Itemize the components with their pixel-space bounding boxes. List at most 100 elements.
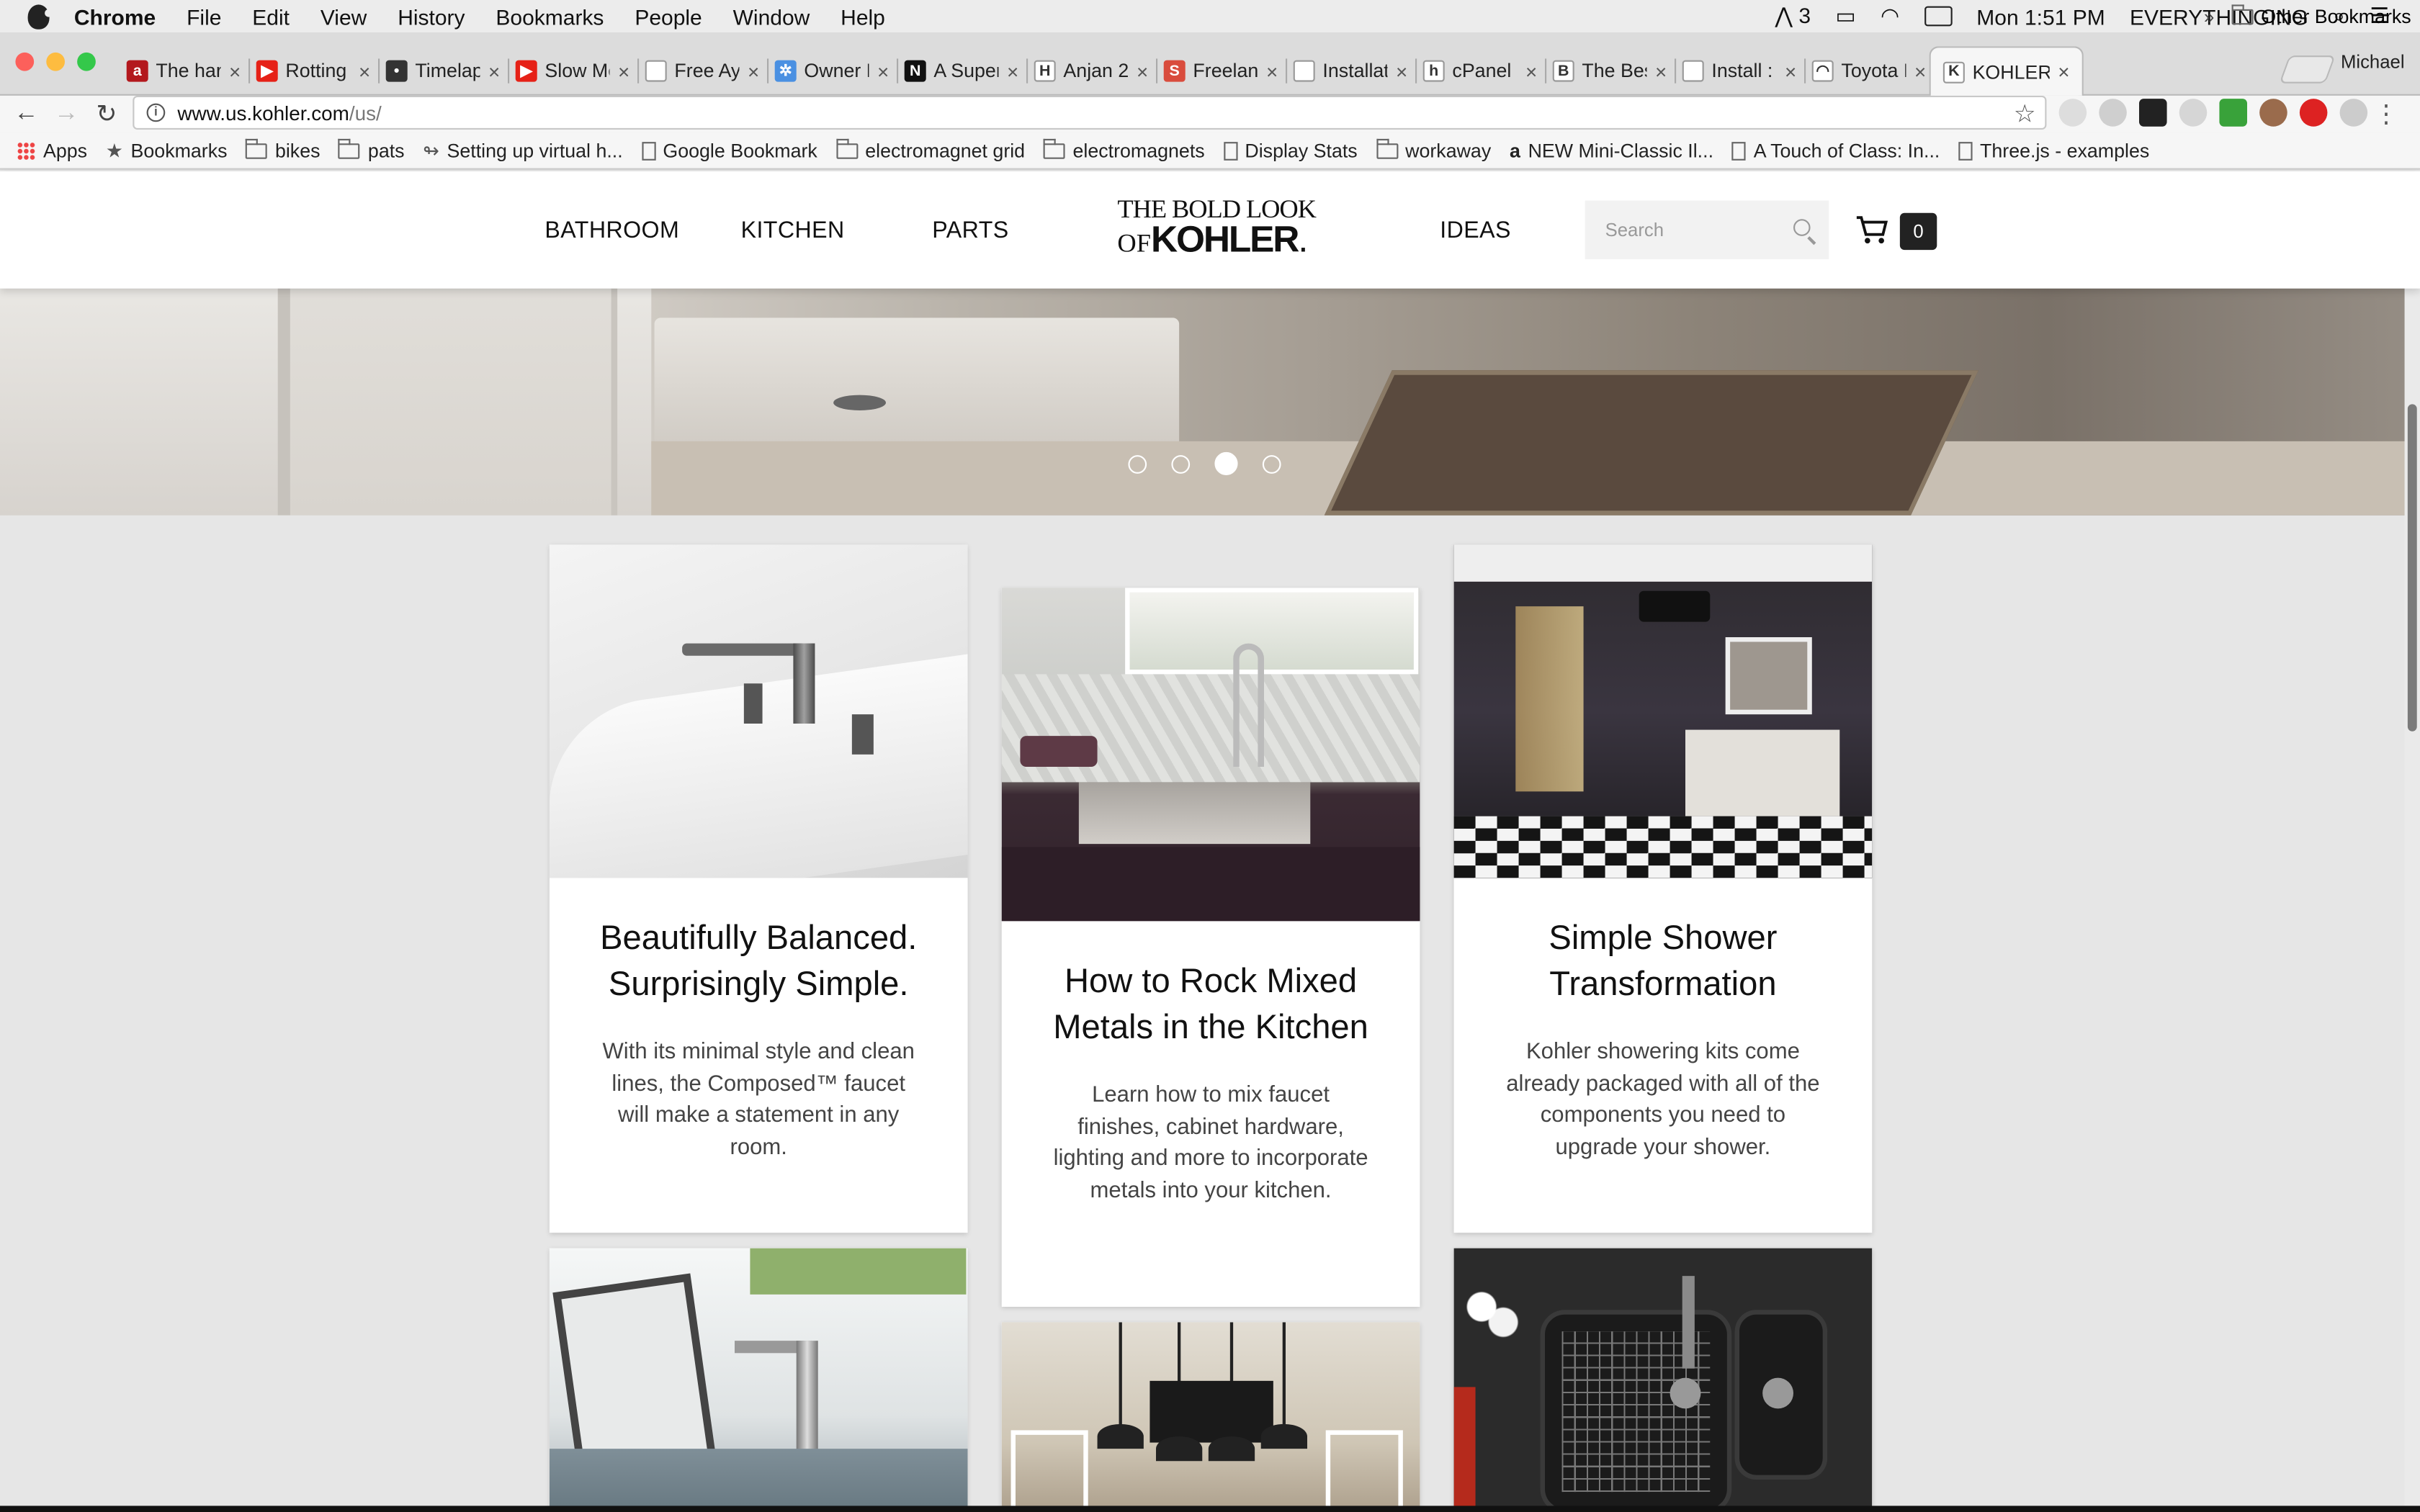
battery-icon[interactable] <box>1924 6 1953 27</box>
article-card-vanity[interactable] <box>549 1248 968 1512</box>
extension-skype-icon[interactable] <box>2179 99 2208 127</box>
bookmark-item[interactable]: Apps <box>17 140 88 161</box>
tab[interactable]: N A Super × <box>892 46 1031 96</box>
close-tab-icon[interactable]: × <box>618 60 629 83</box>
bookmark-item[interactable]: electromagnets <box>1043 138 1205 161</box>
tab[interactable]: Free Aya × <box>633 46 772 96</box>
article-card-composed[interactable]: Beautifully Balanced. Surprisingly Simpl… <box>549 544 968 1233</box>
tab[interactable]: ✲ Owner F × <box>763 46 902 96</box>
wifi-icon[interactable]: ◠ <box>1881 3 1899 29</box>
minimize-window-button[interactable] <box>46 52 65 71</box>
close-tab-icon[interactable]: × <box>1137 60 1148 83</box>
close-tab-icon[interactable]: × <box>877 60 889 83</box>
nav-kitchen[interactable]: KITCHEN <box>741 217 845 243</box>
card-title[interactable]: Beautifully Balanced. Surprisingly Simpl… <box>550 915 968 1008</box>
adobe-status[interactable]: ⋀ 3 <box>1775 3 1811 29</box>
nav-bathroom[interactable]: BATHROOM <box>544 217 679 243</box>
card-title[interactable]: How to Rock Mixed Metals in the Kitchen <box>1002 958 1420 1051</box>
close-tab-icon[interactable]: × <box>1396 60 1407 83</box>
cart-icon[interactable] <box>1855 215 1889 246</box>
tab[interactable]: h cPanel X × <box>1411 46 1550 96</box>
menu-help[interactable]: Help <box>841 4 885 28</box>
search-icon[interactable] <box>1793 219 1811 236</box>
profile-button[interactable]: Michael <box>2341 51 2405 73</box>
close-tab-icon[interactable]: × <box>488 60 500 83</box>
tab-active[interactable]: K KOHLER × <box>1929 46 2084 96</box>
close-tab-icon[interactable]: × <box>1914 60 1926 83</box>
carousel-dot[interactable] <box>1128 454 1147 473</box>
nav-parts[interactable]: PARTS <box>932 217 1008 243</box>
close-tab-icon[interactable]: × <box>1785 60 1796 83</box>
close-tab-icon[interactable]: × <box>1525 60 1537 83</box>
extension-evernote-icon[interactable] <box>2139 99 2167 127</box>
article-card-pendants[interactable] <box>1001 1322 1420 1512</box>
tab[interactable]: ◠ Toyota I × <box>1800 46 1939 96</box>
bookmark-item[interactable]: ↬ Setting up virtual h... <box>423 139 622 162</box>
article-card-sink[interactable] <box>1453 1248 1873 1512</box>
other-bookmarks[interactable]: Other Bookmarks <box>2231 4 2411 28</box>
zoom-window-button[interactable] <box>77 52 96 71</box>
reload-icon[interactable]: ↻ <box>86 99 127 130</box>
kohler-logo[interactable]: THE BOLD LOOK OFKOHLER. <box>1117 196 1333 264</box>
nav-ideas[interactable]: IDEAS <box>1440 217 1511 243</box>
card-title[interactable]: Simple Shower Transformation <box>1454 915 1873 1008</box>
address-bar[interactable]: i www.us.kohler.com/us/ ☆ <box>133 95 2047 130</box>
extension-puzzle-icon[interactable] <box>2099 99 2127 127</box>
close-tab-icon[interactable]: × <box>1266 60 1278 83</box>
cart-count-badge[interactable]: 0 <box>1899 212 1937 251</box>
new-tab-button[interactable] <box>2279 55 2336 84</box>
tab[interactable]: H Anjan 2 × <box>1022 46 1161 96</box>
hero-carousel-image[interactable] <box>0 287 2408 516</box>
card-image-faucet[interactable] <box>549 544 968 878</box>
back-icon[interactable]: ← <box>6 100 47 128</box>
bookmark-item[interactable]: Three.js - examples <box>1958 140 2149 161</box>
menu-history[interactable]: History <box>398 4 465 28</box>
carousel-dot[interactable] <box>1171 454 1191 473</box>
tab[interactable]: S Freelanc × <box>1152 46 1291 96</box>
extension-abp-icon[interactable] <box>2299 99 2328 127</box>
card-image-shower[interactable] <box>1453 544 1873 878</box>
menu-file[interactable]: File <box>187 4 221 28</box>
bookmark-item[interactable]: ★ Bookmarks <box>106 139 228 162</box>
bookmarks-overflow-button[interactable]: » <box>2204 6 2214 28</box>
menu-edit[interactable]: Edit <box>252 4 290 28</box>
close-tab-icon[interactable]: × <box>359 60 370 83</box>
close-tab-icon[interactable]: × <box>229 60 241 83</box>
page-scrollbar-thumb[interactable] <box>2407 404 2417 732</box>
bookmark-item[interactable]: bikes <box>246 138 321 161</box>
tab[interactable]: Installat × <box>1281 46 1420 96</box>
close-tab-icon[interactable]: × <box>748 60 759 83</box>
card-image-kitchen[interactable] <box>1001 588 1420 922</box>
article-card-mixed-metals[interactable]: How to Rock Mixed Metals in the Kitchen … <box>1001 588 1420 1307</box>
bookmark-item[interactable]: Google Bookmark <box>641 140 817 161</box>
bookmark-item[interactable]: a NEW Mini-Classic Il... <box>1510 140 1713 161</box>
article-card-shower[interactable]: Simple Shower Transformation Kohler show… <box>1453 544 1873 1233</box>
close-tab-icon[interactable]: × <box>1655 60 1667 83</box>
bookmark-item[interactable]: A Touch of Class: In... <box>1731 140 1940 161</box>
close-tab-icon[interactable]: × <box>1007 60 1018 83</box>
chrome-menu-icon[interactable]: ⋮ <box>2374 99 2398 130</box>
apple-icon[interactable] <box>27 4 53 29</box>
menubar-clock[interactable]: Mon 1:51 PM <box>1976 4 2105 28</box>
close-window-button[interactable] <box>15 52 35 71</box>
carousel-dot[interactable] <box>1214 451 1238 475</box>
extension-globe-icon[interactable] <box>2339 99 2368 127</box>
tab[interactable]: a The hard × <box>115 46 254 96</box>
tab[interactable]: B The Bes × <box>1541 46 1680 96</box>
tab[interactable]: Install : I × <box>1670 46 1809 96</box>
card-image-vanity[interactable] <box>549 1248 968 1512</box>
menu-people[interactable]: People <box>635 4 702 28</box>
bookmark-item[interactable]: Display Stats <box>1223 140 1358 161</box>
tab[interactable]: • Timelap × <box>374 46 513 96</box>
bookmark-item[interactable]: electromagnet grid <box>835 138 1025 161</box>
extension-gear-icon[interactable] <box>2058 99 2087 127</box>
bookmark-item[interactable]: workaway <box>1376 138 1491 161</box>
info-icon[interactable]: i <box>146 103 166 122</box>
close-tab-icon[interactable]: × <box>2058 60 2069 84</box>
site-search-input[interactable]: Search <box>1585 200 1829 259</box>
tab[interactable]: ▶ Slow Mo × <box>503 46 642 96</box>
forward-icon[interactable]: → <box>46 100 86 128</box>
bookmark-item[interactable]: pats <box>339 138 405 161</box>
card-image-pendants[interactable] <box>1001 1322 1420 1512</box>
bookmark-star-icon[interactable]: ☆ <box>2014 99 2036 130</box>
